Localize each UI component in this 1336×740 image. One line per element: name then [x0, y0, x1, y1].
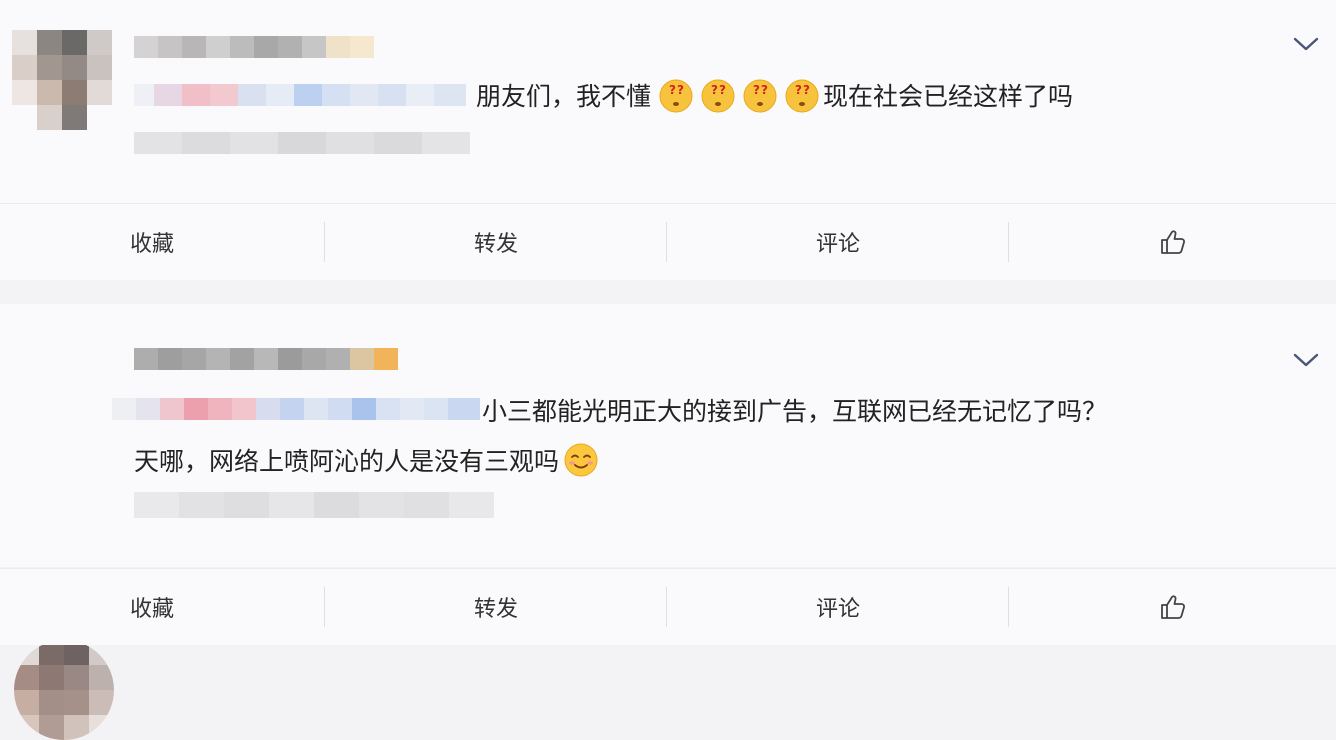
comment-text-b: 现在社会已经这样了吗	[823, 82, 1074, 111]
svg-text:?: ?	[669, 83, 676, 97]
like-button[interactable]	[1009, 222, 1336, 262]
blurred-mention[interactable]	[112, 398, 480, 420]
blurred-mention[interactable]	[134, 84, 474, 106]
confused-emoji-row: ? ? ? ? ? ? ? ?	[655, 77, 823, 113]
blurred-username[interactable]	[134, 36, 374, 58]
comment-line-1: 小三都能光明正大的接到广告，互联网已经无记忆了吗？	[482, 397, 1108, 426]
comment-button[interactable]: 评论	[667, 587, 1009, 627]
smiling-face-emoji-icon	[564, 443, 598, 477]
comment-text-1: 朋友们，我不懂 ? ? ? ? ? ? ? ? 现在社会已经这样了吗	[476, 75, 1073, 115]
svg-text:?: ?	[795, 83, 802, 97]
comment-card-1: 朋友们，我不懂 ? ? ? ? ? ? ? ? 现在社会已经这样了吗	[0, 0, 1336, 203]
svg-text:?: ?	[761, 83, 768, 97]
blurred-meta	[134, 492, 494, 518]
favorite-button[interactable]: 收藏	[0, 222, 325, 262]
like-button[interactable]	[1009, 587, 1336, 627]
thumbs-up-icon	[1160, 595, 1185, 619]
comment-card-2: 小三都能光明正大的接到广告，互联网已经无记忆了吗？ 天哪，网络上喷阿沁的人是没有…	[0, 304, 1336, 740]
blurred-meta	[134, 132, 470, 154]
favorite-button[interactable]: 收藏	[0, 587, 325, 627]
comment-text-a: 朋友们，我不懂	[476, 82, 652, 111]
confused-face-emoji-icon: ? ?	[659, 79, 693, 113]
svg-text:?: ?	[677, 83, 684, 97]
avatar[interactable]	[14, 640, 114, 740]
action-bar-2: 收藏 转发 评论	[0, 568, 1336, 645]
chevron-down-icon[interactable]	[1292, 34, 1320, 54]
comment-line-2: 天哪，网络上喷阿沁的人是没有三观吗	[134, 447, 560, 476]
comment-button[interactable]: 评论	[667, 222, 1009, 262]
blurred-username[interactable]	[134, 348, 398, 370]
confused-face-emoji-icon: ? ?	[785, 79, 819, 113]
repost-button[interactable]: 转发	[325, 222, 667, 262]
avatar[interactable]	[12, 30, 112, 130]
comment-text-2-line1: 小三都能光明正大的接到广告，互联网已经无记忆了吗？	[482, 390, 1107, 430]
action-bar-1: 收藏 转发 评论	[0, 203, 1336, 280]
svg-text:?: ?	[711, 83, 718, 97]
confused-face-emoji-icon: ? ?	[743, 79, 777, 113]
svg-text:?: ?	[803, 83, 810, 97]
repost-button[interactable]: 转发	[325, 587, 667, 627]
comment-text-2-line2: 天哪，网络上喷阿沁的人是没有三观吗	[134, 440, 602, 480]
svg-text:?: ?	[753, 83, 760, 97]
thumbs-up-icon	[1160, 230, 1185, 254]
svg-text:?: ?	[719, 83, 726, 97]
chevron-down-icon[interactable]	[1292, 350, 1320, 370]
confused-face-emoji-icon: ? ?	[701, 79, 735, 113]
